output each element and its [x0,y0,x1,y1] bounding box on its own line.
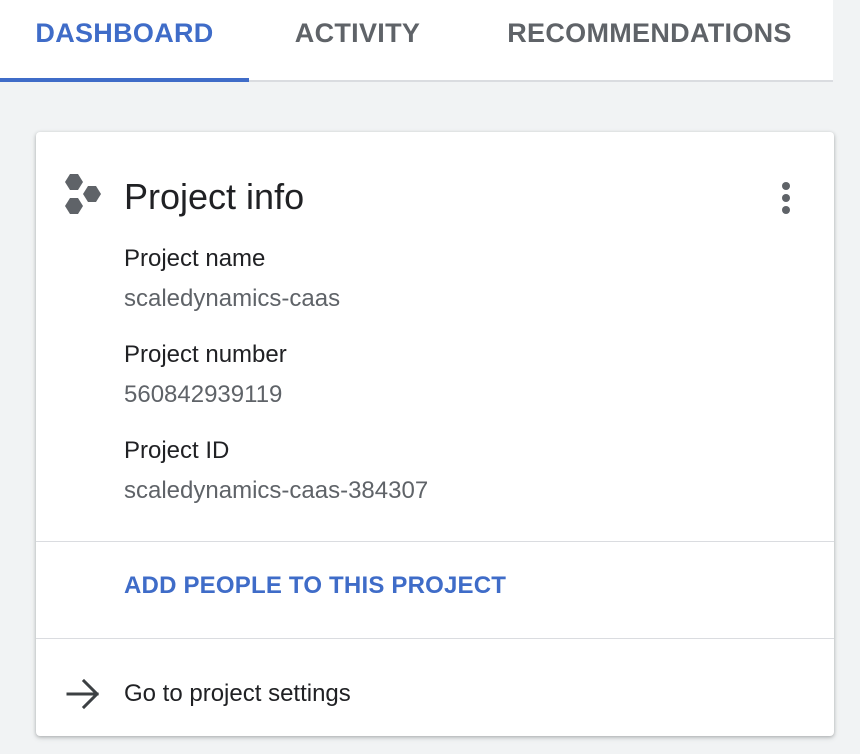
more-vert-icon[interactable] [766,176,806,220]
menu-dot [782,194,790,202]
hexagons-icon [65,174,101,214]
card-title: Project info [124,176,305,217]
project-id-label: Project ID [124,437,230,464]
divider [36,638,834,639]
tab-bar: DASHBOARD ACTIVITY RECOMMENDATIONS [0,0,833,82]
project-number-field: Project number 560842939119 [124,340,287,410]
project-number-label: Project number [124,341,287,368]
project-id-field: Project ID scaledynamics-caas-384307 [124,436,428,506]
tab-recommendations[interactable]: RECOMMENDATIONS [466,0,833,80]
project-info-card: Project info Project name scaledynamics-… [36,132,834,736]
project-name-value: scaledynamics-caas [124,285,341,312]
tab-recommendations-label: RECOMMENDATIONS [507,18,792,48]
project-settings-label: Go to project settings [124,680,351,707]
project-name-field: Project name scaledynamics-caas [124,244,340,314]
project-settings-link[interactable]: Go to project settings [36,640,834,736]
card-header: Project info [36,132,834,232]
project-id-value: scaledynamics-caas-384307 [124,477,429,504]
tab-activity-label: ACTIVITY [294,18,421,48]
tab-dashboard[interactable]: DASHBOARD [0,0,249,82]
arrow-right-icon [66,678,100,710]
active-tab-indicator [0,78,249,82]
project-number-value: 560842939119 [124,381,283,408]
project-name-label: Project name [124,245,266,272]
menu-dot [782,182,790,190]
add-people-button[interactable]: ADD PEOPLE TO THIS PROJECT [124,572,506,600]
divider [36,541,834,542]
tab-activity[interactable]: ACTIVITY [249,0,466,80]
tab-dashboard-label: DASHBOARD [35,18,214,48]
menu-dot [782,206,790,214]
